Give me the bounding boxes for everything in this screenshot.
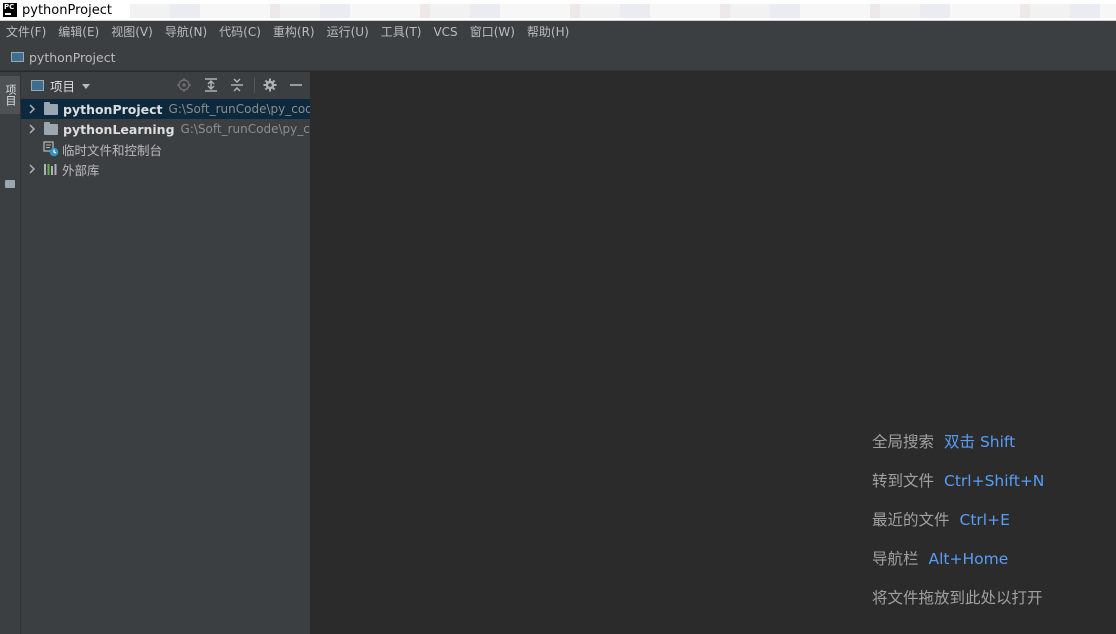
gear-icon[interactable]	[263, 78, 277, 92]
folder-icon	[44, 101, 58, 115]
menu-edit[interactable]: 编辑(E)	[52, 21, 105, 44]
project-tool-tab[interactable]: 项目	[0, 76, 20, 114]
background-tabs	[130, 4, 1116, 18]
tree-item-label: pythonLearning	[63, 121, 175, 137]
toolbar-divider	[254, 77, 255, 93]
tree-row-python-project[interactable]: pythonProject G:\Soft_runCode\py_code	[21, 99, 310, 119]
tree-item-path: G:\Soft_runCode\py_code	[168, 102, 310, 116]
menu-help[interactable]: 帮助(H)	[521, 21, 575, 44]
project-panel-header: 项目	[21, 72, 310, 98]
navigation-bar: pythonProject	[0, 44, 1116, 71]
locate-target-icon[interactable]	[177, 78, 191, 92]
project-panel: 项目 pythonProject G:\Soft_runCode\py_code…	[21, 72, 311, 634]
scratches-console-icon	[43, 141, 59, 157]
library-icon	[44, 164, 57, 175]
breadcrumb-project[interactable]: pythonProject	[29, 50, 116, 65]
folder-icon[interactable]	[5, 180, 15, 188]
tree-row-scratches[interactable]: 临时文件和控制台	[21, 139, 310, 159]
menu-tools[interactable]: 工具(T)	[375, 21, 428, 44]
hint-shortcut: 双击 Shift	[944, 433, 1016, 451]
project-folder-icon	[11, 52, 24, 62]
hint-drop-files: 将文件拖放到此处以打开	[872, 586, 1112, 625]
chevron-right-icon[interactable]	[25, 162, 39, 176]
menu-window[interactable]: 窗口(W)	[464, 21, 521, 44]
project-tree: pythonProject G:\Soft_runCode\py_code py…	[21, 99, 310, 179]
hint-search-everywhere: 全局搜索 双击 Shift	[872, 430, 1112, 469]
menu-bar: 文件(F) 编辑(E) 视图(V) 导航(N) 代码(C) 重构(R) 运行(U…	[0, 21, 1116, 44]
project-panel-title[interactable]: 项目	[50, 76, 75, 95]
minimize-icon[interactable]	[289, 78, 303, 92]
hint-shortcut: Alt+Home	[928, 550, 1009, 568]
hint-recent-files: 最近的文件 Ctrl+E	[872, 508, 1112, 547]
menu-refactor[interactable]: 重构(R)	[267, 21, 321, 44]
tree-item-label: pythonProject	[63, 101, 163, 117]
chevron-right-icon[interactable]	[25, 102, 39, 116]
hint-navigation-bar: 导航栏 Alt+Home	[872, 547, 1112, 586]
menu-vcs[interactable]: VCS	[427, 21, 463, 44]
collapse-all-icon[interactable]	[230, 78, 244, 92]
menu-view[interactable]: 视图(V)	[105, 21, 159, 44]
chevron-down-icon[interactable]	[82, 83, 91, 89]
folder-icon	[44, 121, 58, 135]
hint-text: 全局搜索	[872, 433, 935, 451]
expand-all-icon[interactable]	[204, 78, 218, 92]
tree-item-path: G:\Soft_runCode\py_code	[180, 122, 310, 136]
menu-file[interactable]: 文件(F)	[0, 21, 52, 44]
chevron-right-icon[interactable]	[25, 122, 39, 136]
pycharm-logo-icon: PC	[3, 3, 17, 17]
tree-row-python-learning[interactable]: pythonLearning G:\Soft_runCode\py_code	[21, 119, 310, 139]
hint-text: 将文件拖放到此处以打开	[872, 589, 1043, 607]
hint-text: 导航栏	[872, 550, 919, 568]
tree-item-label: 外部库	[62, 162, 100, 178]
hint-shortcut: Ctrl+Shift+N	[944, 472, 1045, 490]
project-view-icon	[31, 79, 44, 91]
menu-navigate[interactable]: 导航(N)	[159, 21, 213, 44]
project-tool-tab-label: 项目	[4, 84, 17, 106]
window-title: pythonProject	[22, 2, 112, 18]
hint-text: 最近的文件	[872, 511, 950, 529]
hint-shortcut: Ctrl+E	[959, 511, 1010, 529]
menu-run[interactable]: 运行(U)	[321, 21, 375, 44]
hint-goto-file: 转到文件 Ctrl+Shift+N	[872, 469, 1112, 508]
tree-item-label: 临时文件和控制台	[62, 142, 163, 158]
tree-row-external-libraries[interactable]: 外部库	[21, 159, 310, 179]
title-bar: PC pythonProject	[0, 0, 1116, 21]
editor-empty-hints: 全局搜索 双击 Shift 转到文件 Ctrl+Shift+N 最近的文件 Ctrl+…	[872, 430, 1112, 625]
left-tool-strip: 项目	[0, 72, 21, 634]
menu-code[interactable]: 代码(C)	[213, 21, 267, 44]
hint-text: 转到文件	[872, 472, 935, 490]
